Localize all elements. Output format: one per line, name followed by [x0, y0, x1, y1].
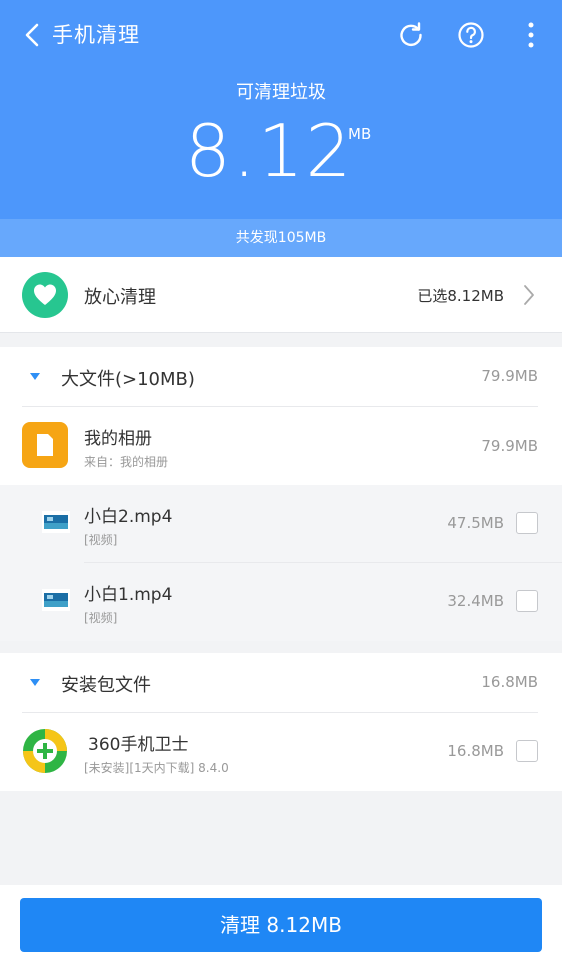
album-row[interactable]: 我的相册 来自：我的相册 79.9MB: [0, 407, 562, 485]
big-files-size: 79.9MB: [481, 367, 538, 385]
collapse-triangle-icon: [30, 679, 40, 686]
more-vertical-icon[interactable]: [516, 20, 546, 50]
select-checkbox[interactable]: [516, 512, 538, 534]
list-item[interactable]: 小白1.mp4 [视频] 32.4MB: [0, 563, 562, 641]
junk-size-unit: MB: [348, 125, 372, 143]
file-size: 47.5MB: [447, 514, 504, 532]
header: 手机清理 可清理垃圾 8.12 MB 共发现105MB: [0, 0, 562, 257]
apk-files-header[interactable]: 安装包文件 16.8MB: [0, 653, 562, 713]
file-size: 32.4MB: [447, 592, 504, 610]
select-checkbox[interactable]: [516, 590, 538, 612]
select-checkbox[interactable]: [516, 740, 538, 762]
page-title: 手机清理: [52, 23, 140, 47]
junk-size-value: 8.12: [185, 109, 354, 193]
file-name: 小白1.mp4: [84, 585, 173, 605]
safe-clean-row[interactable]: 放心清理 已选8.12MB: [0, 257, 562, 333]
help-icon[interactable]: [456, 20, 486, 50]
apk-files-title: 安装包文件: [61, 675, 151, 696]
top-bar: 手机清理: [0, 0, 562, 70]
apk-files-size: 16.8MB: [481, 673, 538, 691]
video-thumbnail-icon: [42, 511, 70, 533]
clean-button[interactable]: 清理 8.12MB: [20, 898, 542, 952]
file-name: 小白2.mp4: [84, 507, 173, 527]
album-size: 79.9MB: [481, 437, 538, 455]
video-thumbnail-icon: [42, 589, 70, 611]
collapse-triangle-icon: [30, 373, 40, 380]
big-files-header[interactable]: 大文件(>10MB) 79.9MB: [0, 347, 562, 407]
big-files-section: 大文件(>10MB) 79.9MB 我的相册 来自：我的相册 79.9MB 小白…: [0, 347, 562, 641]
list-item[interactable]: 360手机卫士 [未安装][1天内下载] 8.4.0 16.8MB: [0, 713, 562, 791]
junk-label: 可清理垃圾: [236, 82, 326, 103]
chevron-right-icon: [524, 285, 534, 305]
file-type: [视频]: [84, 611, 118, 625]
footer: 清理 8.12MB: [0, 885, 562, 966]
safe-clean-label: 放心清理: [84, 287, 156, 308]
file-type: [视频]: [84, 533, 118, 547]
back-arrow-icon[interactable]: [18, 20, 48, 50]
album-name: 我的相册: [84, 429, 152, 449]
app-name: 360手机卫士: [88, 735, 189, 755]
safe-clean-selected: 已选8.12MB: [417, 287, 504, 305]
album-source: 来自：我的相册: [84, 455, 169, 469]
heart-icon: [22, 272, 68, 318]
found-total-text: 共发现105MB: [0, 219, 562, 257]
app-size: 16.8MB: [447, 742, 504, 760]
apk-files-section: 安装包文件 16.8MB 360手机卫士 [未安装][1天内下载] 8.4.0 …: [0, 653, 562, 791]
360-security-icon: [23, 729, 67, 773]
big-files-title: 大文件(>10MB): [61, 369, 195, 390]
app-meta: [未安装][1天内下载] 8.4.0: [84, 761, 229, 775]
refresh-icon[interactable]: [396, 20, 426, 50]
document-icon: [22, 422, 68, 468]
list-item[interactable]: 小白2.mp4 [视频] 47.5MB: [0, 485, 562, 563]
